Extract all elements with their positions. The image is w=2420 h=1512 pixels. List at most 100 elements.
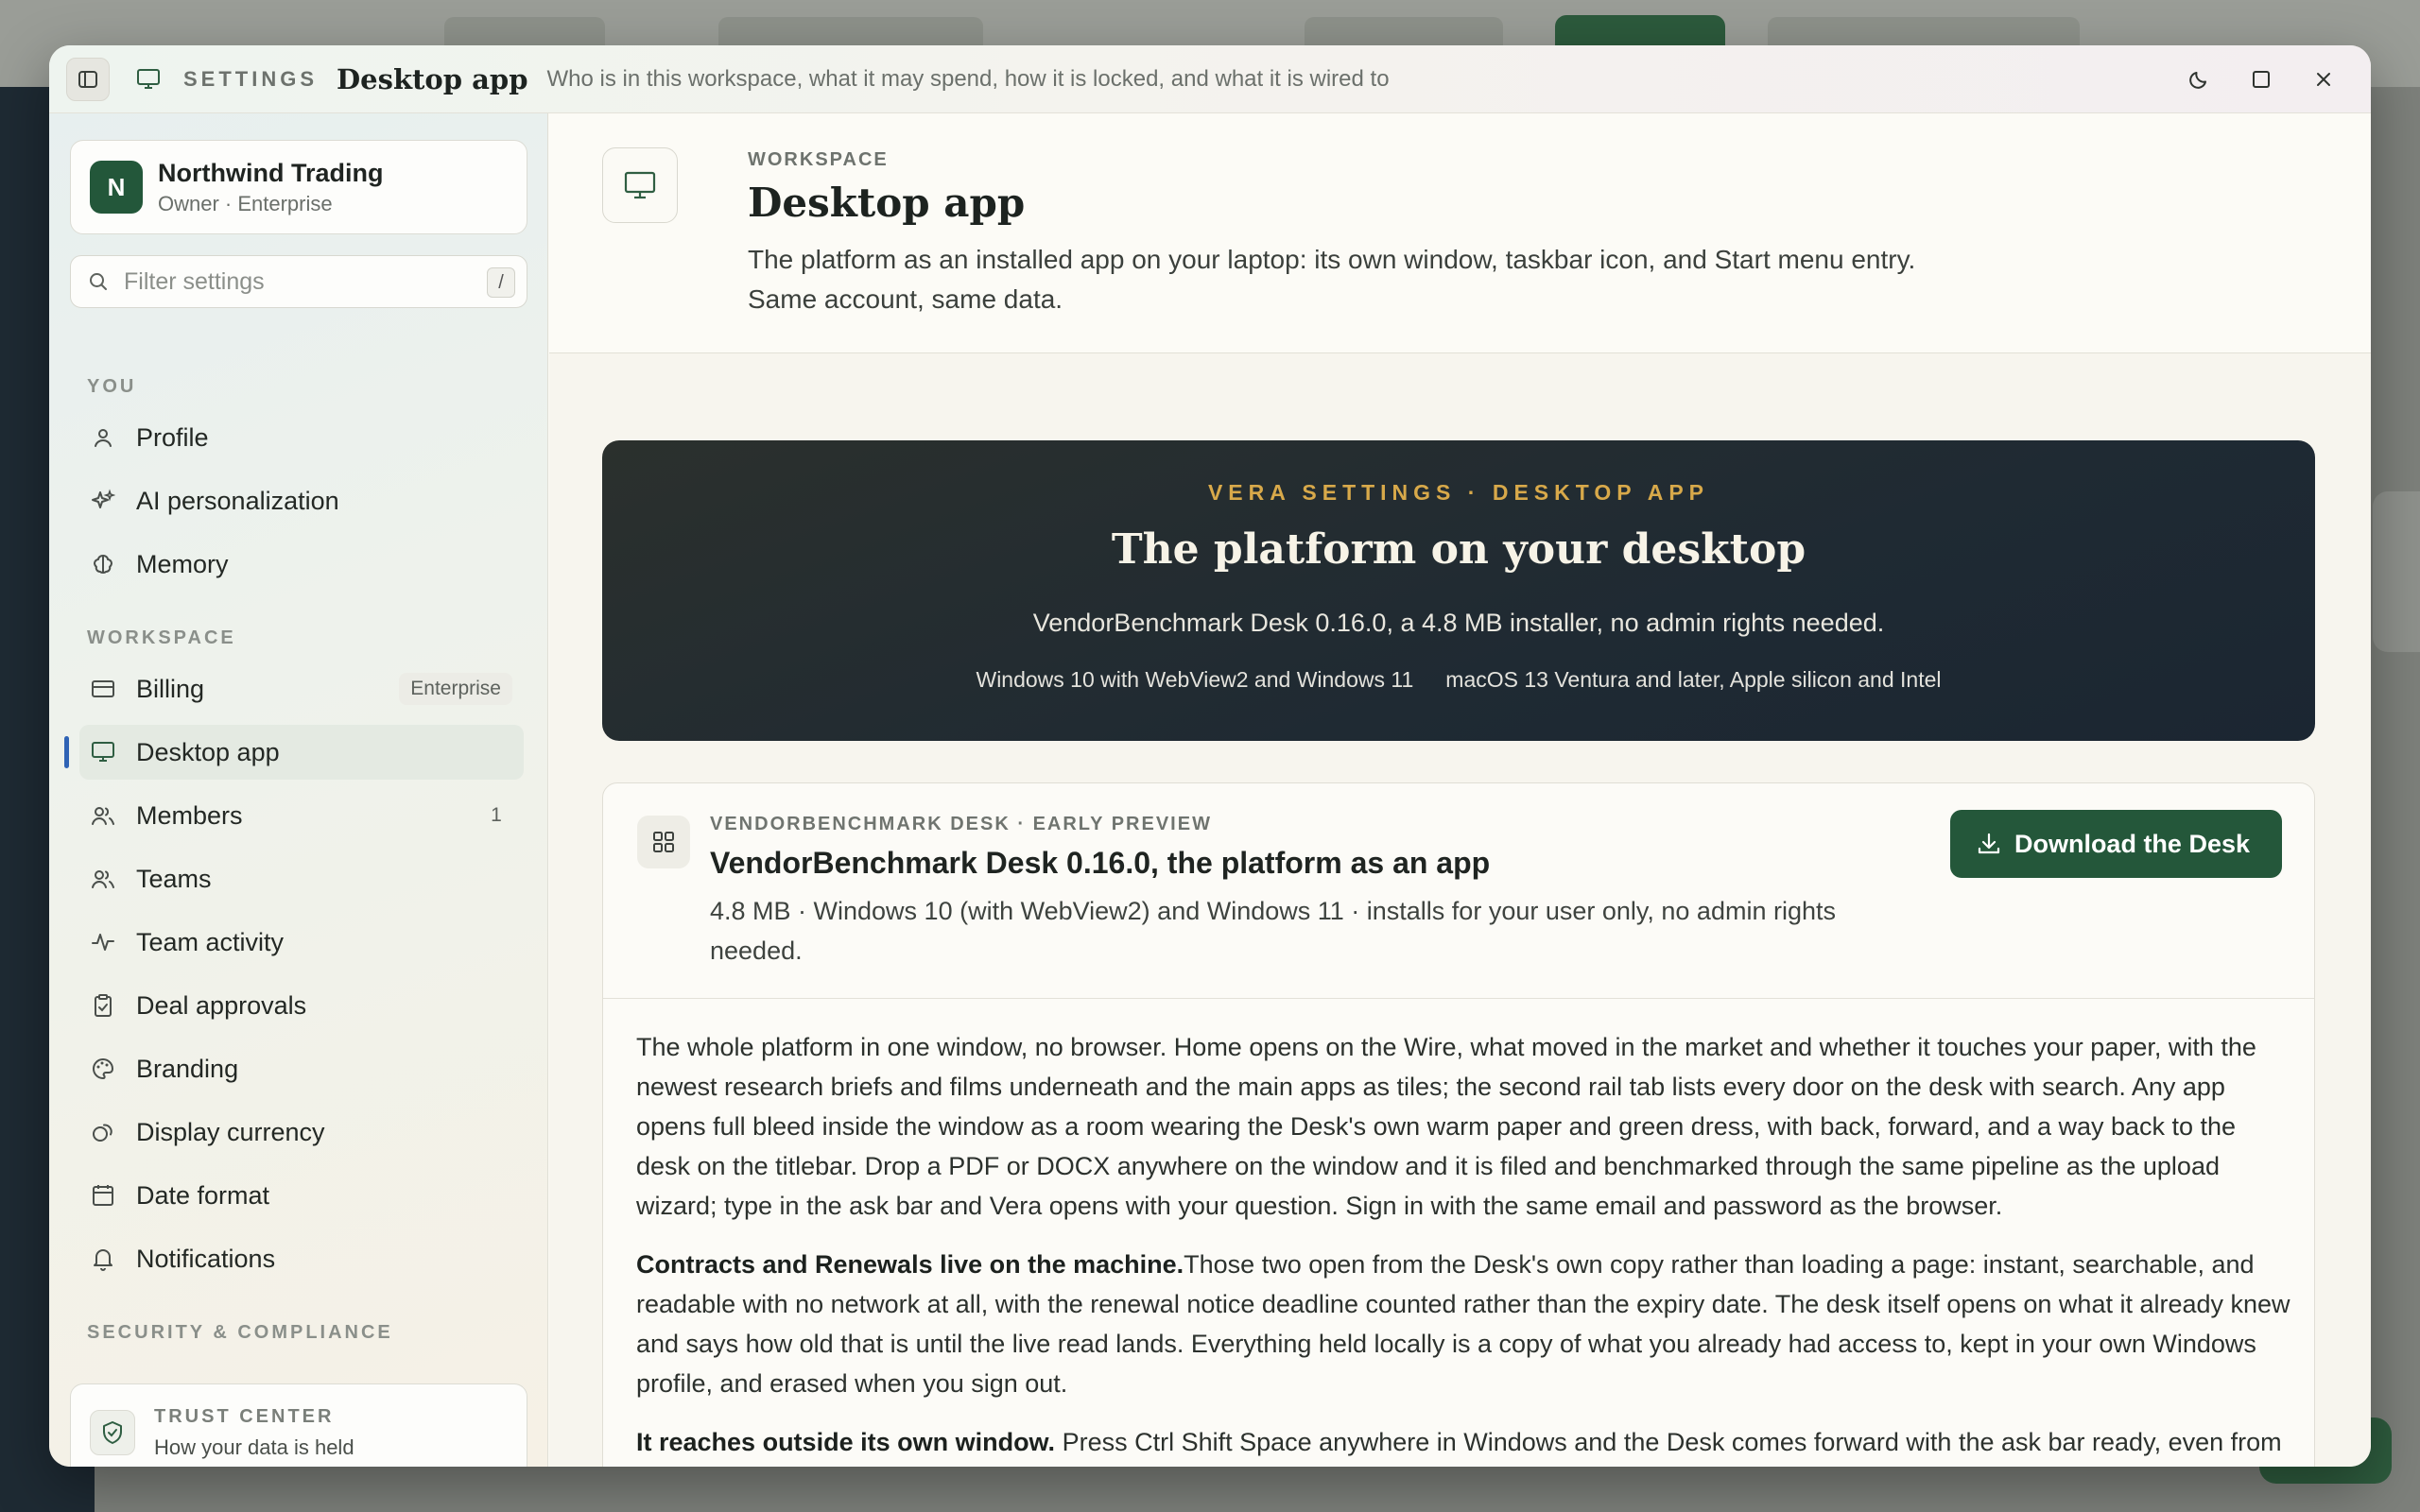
close-icon	[2317, 73, 2330, 86]
sidebar-toggle-button[interactable]	[66, 57, 110, 101]
shortcut-hint: /	[487, 267, 515, 298]
sidebar-item-ai-personalization[interactable]: AI personalization	[79, 473, 524, 528]
filter-settings-input[interactable]	[124, 267, 474, 296]
sidebar-item-date-format[interactable]: Date format	[79, 1168, 524, 1223]
hero-platforms: Windows 10 with WebView2 and Windows 11 …	[602, 667, 2315, 693]
sidebar-item-label: Branding	[136, 1054, 239, 1083]
activity-icon	[89, 928, 117, 956]
workspace-info: Northwind Trading Owner · Enterprise	[158, 159, 383, 216]
download-title: VendorBenchmark Desk 0.16.0, the platfor…	[710, 846, 1491, 880]
titlebar-section-label: SETTINGS	[183, 66, 319, 91]
sidebar-item-branding[interactable]: Branding	[79, 1041, 524, 1096]
hero-eyebrow: VERA SETTINGS · DESKTOP APP	[1207, 480, 1710, 505]
trust-center-text: TRUST CENTER How your data is held	[154, 1406, 354, 1460]
trust-center-card[interactable]: TRUST CENTER How your data is held	[70, 1383, 527, 1467]
page-eyebrow: WORKSPACE	[748, 149, 889, 170]
workspace-name: Northwind Trading	[158, 158, 384, 187]
monitor-icon	[134, 65, 163, 94]
monitor-icon	[89, 738, 117, 766]
titlebar: SETTINGS Desktop app Who is in this work…	[49, 45, 2371, 113]
paragraph-lead: Contracts and Renewals live on the machi…	[636, 1250, 1184, 1279]
titlebar-subtitle: Who is in this workspace, what it may sp…	[546, 65, 1390, 92]
download-card-header: VENDORBENCHMARK DESK · EARLY PREVIEW Ven…	[603, 783, 2314, 999]
sidebar-item-label: AI personalization	[136, 486, 339, 515]
titlebar-title: Desktop app	[337, 62, 528, 95]
sidebar-item-members[interactable]: Members 1	[79, 788, 524, 843]
plan-badge: Enterprise	[399, 673, 512, 705]
maximize-icon	[2253, 71, 2270, 88]
page-header: WORKSPACE Desktop app The platform as an…	[549, 113, 2371, 353]
workspace-avatar: N	[90, 161, 143, 214]
page-title: Desktop app	[748, 180, 1026, 226]
clipboard-check-icon	[89, 991, 117, 1020]
sidebar-item-profile[interactable]: Profile	[79, 410, 524, 465]
sparkles-icon	[89, 487, 117, 515]
sidebar-item-teams[interactable]: Teams	[79, 851, 524, 906]
download-icon	[1978, 833, 2000, 854]
sidebar-item-billing[interactable]: Billing Enterprise	[79, 662, 524, 716]
sidebar-item-label: Members	[136, 800, 243, 830]
sidebar-item-label: Date format	[136, 1180, 270, 1210]
window-controls	[2176, 57, 2346, 102]
workspace-switcher[interactable]: N Northwind Trading Owner · Enterprise	[70, 140, 527, 234]
section-header-workspace: WORKSPACE	[87, 627, 236, 648]
hero-title: The platform on your desktop	[1111, 525, 1806, 574]
download-description: 4.8 MB · Windows 10 (with WebView2) and …	[710, 897, 1836, 965]
download-desk-button[interactable]: Download the Desk	[1949, 810, 2282, 878]
trust-center-subtitle: How your data is held	[154, 1435, 354, 1459]
users-icon	[89, 801, 117, 830]
sidebar-item-label: Billing	[136, 674, 205, 703]
app-grid-icon	[637, 816, 690, 868]
sidebar-item-label: Team activity	[136, 927, 285, 956]
users-icon	[89, 865, 117, 893]
sidebar-item-label: Memory	[136, 549, 229, 578]
section-header-you: YOU	[87, 376, 137, 397]
sidebar-item-label: Profile	[136, 422, 209, 452]
settings-sidebar: N Northwind Trading Owner · Enterprise /…	[49, 113, 548, 1467]
bell-icon	[89, 1245, 117, 1273]
user-icon	[89, 423, 117, 452]
paragraph-text: The whole platform in one window, no bro…	[636, 1033, 2256, 1220]
section-header-security: SECURITY & COMPLIANCE	[87, 1322, 393, 1343]
maximize-button[interactable]	[2238, 57, 2284, 102]
monitor-icon	[602, 147, 678, 223]
theme-toggle-button[interactable]	[2176, 57, 2221, 102]
body-paragraph: It reaches outside its own window. Press…	[636, 1422, 2290, 1467]
hero-subtitle: VendorBenchmark Desk 0.16.0, a 4.8 MB in…	[1032, 609, 1885, 637]
sidebar-item-memory[interactable]: Memory	[79, 537, 524, 592]
sidebar-item-label: Desktop app	[136, 737, 280, 766]
platform-windows: Windows 10 with WebView2 and Windows 11	[976, 667, 1414, 692]
sidebar-item-display-currency[interactable]: Display currency	[79, 1105, 524, 1160]
sidebar-item-team-activity[interactable]: Team activity	[79, 915, 524, 970]
sidebar-item-label: Teams	[136, 864, 212, 893]
download-body: The whole platform in one window, no bro…	[636, 1027, 2290, 1467]
body-paragraph: The whole platform in one window, no bro…	[636, 1027, 2290, 1226]
sidebar-item-label: Notifications	[136, 1244, 276, 1273]
page-description: The platform as an installed app on your…	[748, 245, 1916, 314]
sidebar-item-label: Deal approvals	[136, 990, 307, 1020]
search-icon	[88, 269, 112, 294]
settings-main: WORKSPACE Desktop app The platform as an…	[549, 113, 2371, 1467]
filter-settings-field[interactable]: /	[70, 255, 527, 308]
palette-icon	[89, 1055, 117, 1083]
download-eyebrow: VENDORBENCHMARK DESK · EARLY PREVIEW	[710, 814, 1212, 834]
credit-card-icon	[89, 675, 117, 703]
coins-icon	[89, 1118, 117, 1146]
sidebar-item-notifications[interactable]: Notifications	[79, 1231, 524, 1286]
paragraph-lead: It reaches outside its own window.	[636, 1428, 1056, 1456]
moon-icon	[2189, 72, 2206, 89]
members-count: 1	[491, 804, 502, 826]
download-button-label: Download the Desk	[2014, 829, 2250, 858]
sidebar-panel-icon	[78, 70, 97, 88]
download-card: VENDORBENCHMARK DESK · EARLY PREVIEW Ven…	[602, 782, 2315, 1467]
close-button[interactable]	[2301, 57, 2346, 102]
brain-icon	[89, 550, 117, 578]
body-paragraph: Contracts and Renewals live on the machi…	[636, 1245, 2290, 1403]
calendar-icon	[89, 1181, 117, 1210]
sidebar-item-deal-approvals[interactable]: Deal approvals	[79, 978, 524, 1033]
platform-macos: macOS 13 Ventura and later, Apple silico…	[1445, 667, 1942, 692]
background-panel-edge	[2373, 491, 2420, 652]
trust-center-title: TRUST CENTER	[154, 1405, 335, 1427]
workspace-role: Owner · Enterprise	[158, 191, 333, 215]
sidebar-item-desktop-app[interactable]: Desktop app	[64, 725, 524, 780]
